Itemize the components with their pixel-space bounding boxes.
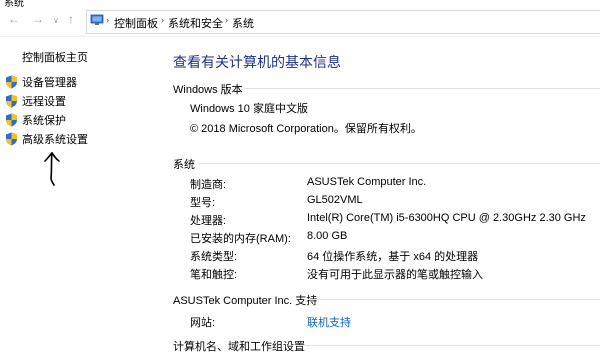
website-label: 网站: [190,317,216,329]
system-row-label: 处理器: [190,215,227,227]
hand-drawn-arrow-annotation [44,151,60,186]
system-row-value: Intel(R) Core(TM) i5-6300HQ CPU @ 2.30GH… [307,212,586,224]
system-row-value: 8.00 GB [307,230,348,242]
up-button[interactable]: ↑ [68,13,74,25]
system-row-value: 没有可用于此显示器的笔或触控输入 [307,269,483,281]
control-panel-home-link[interactable]: 控制面板主页 [22,49,88,65]
breadcrumb-item[interactable]: 控制面板 [114,15,158,31]
sidebar-item-advanced-system-settings[interactable]: 高级系统设置 [5,131,88,147]
system-row-label: 笔和触控: [190,269,238,281]
shield-icon [6,113,17,127]
computer-name-header: 计算机名、域和工作组设置 [173,341,305,353]
shield-icon [6,94,17,108]
system-row-value: ASUSTek Computer Inc. [307,176,427,188]
control-panel-icon [90,14,104,25]
windows-edition-header: Windows 版本 [173,84,243,96]
sidebar-item-device-manager[interactable]: 设备管理器 [5,74,77,90]
back-button[interactable]: ← [8,13,20,25]
breadcrumb-item[interactable]: 系统 [232,15,254,31]
shield-icon [6,132,17,146]
section-divider [198,163,600,164]
section-divider [244,88,600,89]
breadcrumb-item[interactable]: 系统和安全 [168,15,223,31]
section-divider [308,299,600,300]
sidebar-item-label: 设备管理器 [22,77,77,89]
support-header: ASUSTek Computer Inc. 支持 [173,295,318,307]
system-row-label: 制造商: [190,179,227,191]
breadcrumb-separator: › [106,15,109,25]
system-row-label: 型号: [190,197,216,209]
sidebar-item-system-protection[interactable]: 系统保护 [5,112,66,128]
system-row-value: 64 位操作系统，基于 x64 的处理器 [307,251,479,263]
sidebar-item-label: 高级系统设置 [22,134,88,146]
section-divider [296,345,600,346]
recent-locations-dropdown[interactable]: ∨ [53,15,59,27]
system-row-label: 已安装的内存(RAM): [190,233,291,245]
system-header: 系统 [173,159,195,171]
copyright-text: © 2018 Microsoft Corporation。保留所有权利。 [190,123,422,135]
sidebar-item-label: 系统保护 [22,115,66,127]
title-bar: 系统 [0,0,600,9]
sidebar-item-label: 远程设置 [22,96,66,108]
system-row-value: GL502VML [307,194,363,206]
windows-edition-value: Windows 10 家庭中文版 [190,103,308,115]
forward-button[interactable]: → [32,13,44,25]
sidebar-item-remote-settings[interactable]: 远程设置 [5,93,66,109]
page-title: 查看有关计算机的基本信息 [173,54,341,70]
system-row-label: 系统类型: [190,251,238,263]
breadcrumb-separator: › [161,15,164,25]
shield-icon [6,75,17,89]
breadcrumb-separator: › [225,15,228,25]
online-support-link[interactable]: 联机支持 [307,314,351,330]
